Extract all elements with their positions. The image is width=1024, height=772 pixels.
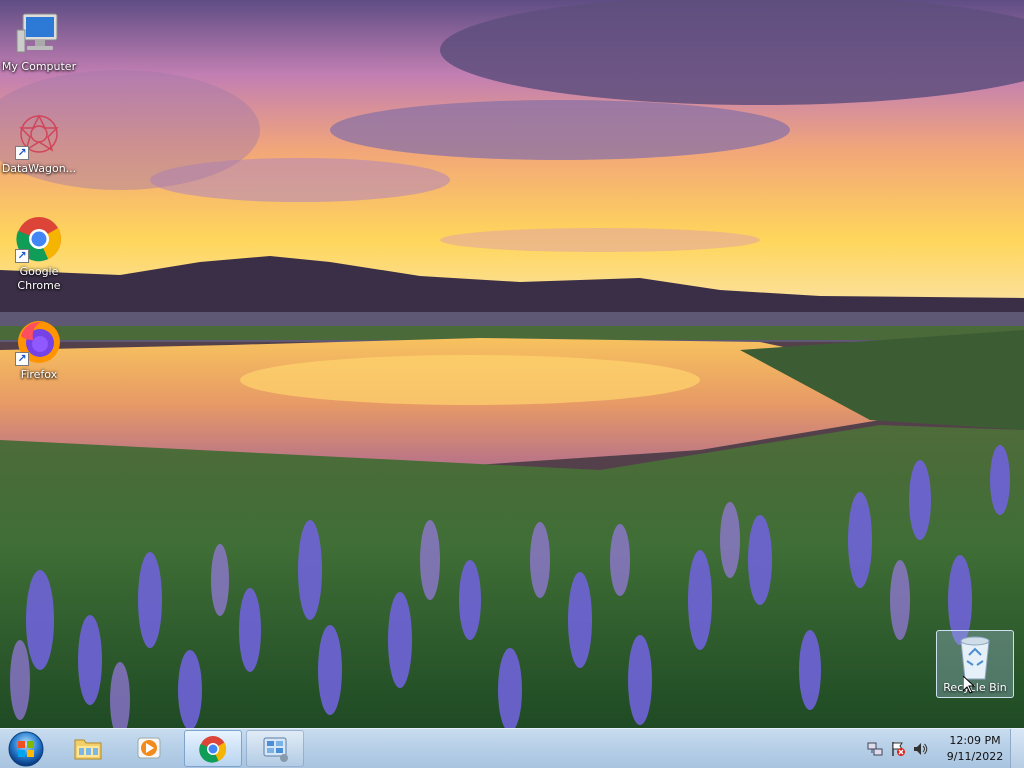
desktop-icon-datawagon[interactable]: ↗ DataWagon...	[1, 112, 77, 176]
taskbar-clock[interactable]: 12:09 PM 9/11/2022	[940, 733, 1010, 765]
windows-start-icon	[8, 731, 44, 767]
volume-icon[interactable]	[913, 741, 929, 757]
control-panel-icon	[263, 737, 288, 762]
media-player-icon	[137, 737, 161, 759]
desktop-icon-label: Google Chrome	[17, 265, 61, 292]
desktop-icon-google-chrome[interactable]: ↗ Google Chrome	[1, 215, 77, 293]
show-desktop-button[interactable]	[1010, 729, 1024, 768]
shortcut-arrow-icon: ↗	[15, 249, 29, 263]
clock-time: 12:09 PM	[949, 734, 1001, 747]
taskbar: 12:09 PM 9/11/2022	[0, 728, 1024, 768]
desktop-icon-label: My Computer	[1, 60, 77, 73]
shortcut-arrow-icon: ↗	[15, 146, 29, 160]
action-center-icon[interactable]	[890, 741, 906, 757]
taskbar-button-media-player[interactable]	[121, 730, 179, 767]
datawagon-icon: ↗	[15, 112, 63, 160]
chrome-icon	[199, 736, 227, 763]
shortcut-arrow-icon: ↗	[15, 352, 29, 366]
clock-date: 9/11/2022	[946, 750, 1004, 763]
folder-icon	[74, 739, 102, 760]
network-icon[interactable]	[867, 741, 883, 757]
wallpaper-scene	[0, 0, 1024, 728]
chrome-icon: ↗	[15, 215, 63, 263]
desktop-icon-label: Recycle Bin	[943, 681, 1007, 694]
taskbar-button-google-chrome[interactable]	[184, 730, 242, 767]
desktop-icon-recycle-bin[interactable]: Recycle Bin	[936, 630, 1014, 698]
taskbar-button-file-explorer[interactable]	[60, 730, 118, 767]
desktop-icon-my-computer[interactable]: My Computer	[1, 10, 77, 74]
desktop-icon-label: Firefox	[20, 368, 58, 381]
desktop-wallpaper	[0, 0, 1024, 728]
mouse-cursor-icon	[962, 674, 976, 694]
computer-icon	[15, 10, 63, 58]
start-button[interactable]	[4, 730, 48, 768]
taskbar-button-control-panel[interactable]	[246, 730, 304, 767]
desktop-icon-label: DataWagon...	[1, 162, 77, 175]
recycle-bin-icon	[955, 635, 995, 681]
firefox-icon: ↗	[15, 318, 63, 366]
desktop-icon-firefox[interactable]: ↗ Firefox	[1, 318, 77, 382]
